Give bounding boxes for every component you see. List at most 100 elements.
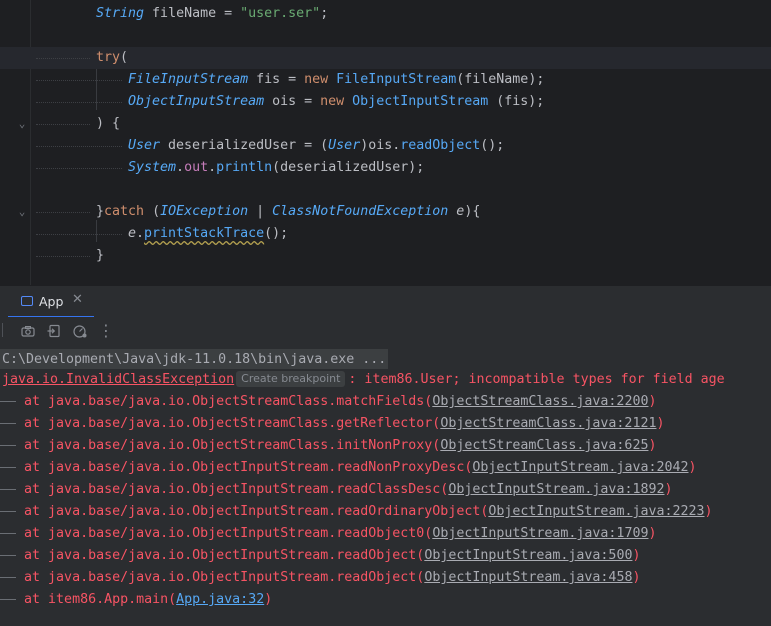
code-token: fileName [144,6,225,21]
code-token: new [320,94,353,109]
code-line-text: String fileName = "user.ser"; [96,3,328,25]
code-token: (deserializedUser); [272,160,425,175]
frame-text: at item86.App.main( [24,592,177,607]
frame-text: at java.base/java.io.ObjectStreamClass.g… [24,416,441,431]
frame-text: at java.base/java.io.ObjectInputStream.r… [24,504,489,519]
whitespace-dots [36,58,90,60]
stack-frame: —— at java.base/java.io.ObjectInputStrea… [0,479,673,501]
tab-app[interactable]: App ✕ [8,286,94,318]
close-icon[interactable]: ✕ [72,292,83,307]
code-line[interactable]: ObjectInputStream ois = new ObjectInputS… [0,91,771,113]
frame-indent-marker: —— [0,394,25,409]
frame-text: ) [632,570,641,585]
source-link[interactable]: ObjectInputStream.java:500 [424,548,632,563]
source-link[interactable]: ObjectStreamClass.java:2121 [440,416,656,431]
command-text[interactable]: C:\Development\Java\jdk-11.0.18\bin\java… [0,349,389,369]
code-line-text: } [96,245,104,267]
code-token: (); [264,226,289,241]
whitespace-dots [36,212,90,214]
code-token: ( [120,50,129,65]
exception-line: java.io.InvalidClassException Create brea… [2,369,725,391]
create-breakpoint-button[interactable]: Create breakpoint [236,371,346,387]
frame-text: ) [656,416,665,431]
command-line[interactable]: C:\Development\Java\jdk-11.0.18\bin\java… [0,347,389,369]
console-output[interactable]: C:\Development\Java\jdk-11.0.18\bin\java… [0,347,771,626]
source-link[interactable]: ObjectInputStream.java:458 [424,570,632,585]
console-window-icon [21,296,33,306]
more-icon[interactable]: ⋮ [98,323,114,339]
source-link[interactable]: ObjectInputStream.java:1709 [432,526,648,541]
code-token: = [224,6,241,21]
source-link[interactable]: ObjectInputStream.java:1892 [448,482,664,497]
code-token: = ( [304,138,329,153]
code-token: System [128,160,177,175]
code-line[interactable]: ⌄ ) { [0,113,771,135]
stack-frame: —— at java.base/java.io.ObjectStreamClas… [0,435,656,457]
code-token: )ois. [360,138,401,153]
frame-text: ) [704,504,713,519]
import-icon[interactable] [46,323,62,339]
frame-text: at java.base/java.io.ObjectInputStream.r… [24,548,425,563]
stack-frame: —— at java.base/java.io.ObjectInputStrea… [0,501,713,523]
frame-text: ) [632,548,641,563]
code-editor[interactable]: String fileName = "user.ser"; try( FileI… [0,0,771,285]
code-token: | [248,204,273,219]
code-line-text: ) { [96,113,120,135]
code-line[interactable]: FileInputStream fis = new FileInputStrea… [0,69,771,91]
code-token: FileInputStream [128,72,249,87]
code-token: } [96,204,105,219]
code-line[interactable]: String fileName = "user.ser"; [0,3,771,25]
code-token: ( [152,204,161,219]
frame-text: ) [664,482,673,497]
source-link[interactable]: ObjectStreamClass.java:625 [440,438,648,453]
frame-indent-marker: —— [0,460,25,475]
code-line[interactable]: } [0,245,771,267]
fold-chevron-icon[interactable]: ⌄ [17,201,27,223]
code-line[interactable]: System.out.println(deserializedUser); [0,157,771,179]
code-line[interactable]: ⌄}catch (IOException | ClassNotFoundExce… [0,201,771,223]
frame-text: ) [688,460,697,475]
frame-text: at java.base/java.io.ObjectInputStream.r… [24,570,425,585]
whitespace-dots [36,256,90,258]
stack-frame: —— at java.base/java.io.ObjectInputStrea… [0,457,697,479]
run-tool-window-tabs: App ✕ [0,285,771,318]
frame-indent-marker: —— [0,570,25,585]
code-line[interactable]: e.printStackTrace(); [0,223,771,245]
whitespace-dots [36,146,122,148]
code-line-text: FileInputStream fis = new FileInputStrea… [128,69,544,91]
code-token: out [184,160,209,175]
code-line-text: ObjectInputStream ois = new ObjectInputS… [128,91,544,113]
code-line[interactable]: User deserializedUser = (User)ois.readOb… [0,135,771,157]
code-token: ; [320,6,329,21]
stack-frame: —— at java.base/java.io.ObjectInputStrea… [0,567,640,589]
code-token: ois [264,94,305,109]
frame-text: ) [264,592,273,607]
fold-chevron-icon[interactable]: ⌄ [17,113,27,135]
source-link[interactable]: App.java:32 [176,592,264,607]
code-token: (); [480,138,505,153]
frame-indent-marker: —— [0,438,25,453]
code-token: new [304,72,337,87]
frame-indent-marker: —— [0,548,25,563]
code-token: FileInputStream [336,72,457,87]
code-line-text: User deserializedUser = (User)ois.readOb… [128,135,504,157]
exception-class-link[interactable]: java.io.InvalidClassException [2,372,234,387]
code-line-text: e.printStackTrace(); [128,223,288,245]
code-token: (fileName); [456,72,545,87]
tab-label: App [39,294,64,309]
code-token: deserializedUser [160,138,305,153]
source-link[interactable]: ObjectInputStream.java:2042 [472,460,688,475]
code-token: . [208,160,217,175]
code-line[interactable]: try( [0,47,771,69]
code-token: (fis); [488,94,545,109]
code-token: User [128,138,161,153]
frame-text: at java.base/java.io.ObjectStreamClass.i… [24,438,441,453]
profiler-icon[interactable] [72,323,88,339]
frame-indent-marker: —— [0,482,25,497]
stop-edge-marker [0,323,3,337]
code-token: } [96,248,105,263]
code-token: IOException [160,204,249,219]
camera-icon[interactable] [20,323,36,339]
source-link[interactable]: ObjectStreamClass.java:2200 [432,394,648,409]
source-link[interactable]: ObjectInputStream.java:2223 [488,504,704,519]
